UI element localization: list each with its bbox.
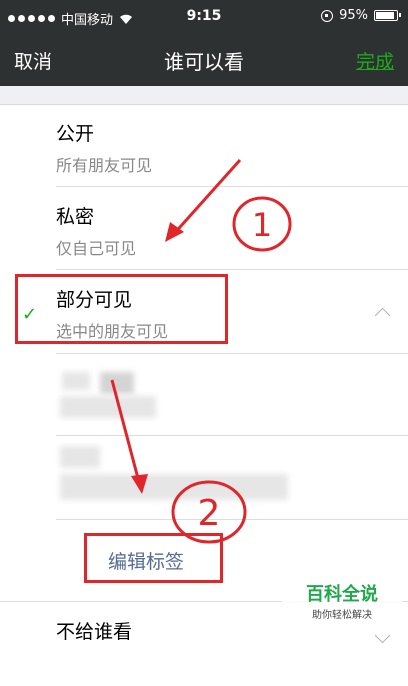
- annotation-number-2: 2: [198, 493, 221, 534]
- arrow-line-1: [170, 158, 242, 238]
- arrow-head-2: [131, 474, 148, 494]
- watermark-subtitle: 助你轻松解决: [312, 610, 372, 621]
- arrow-line-2: [110, 379, 142, 487]
- watermark: 百科全说 助你轻松解决: [282, 580, 402, 621]
- annotation-number-1: 1: [252, 206, 272, 244]
- watermark-title: 百科全说: [306, 584, 378, 605]
- annotation-arrows: 1 2: [110, 158, 292, 544]
